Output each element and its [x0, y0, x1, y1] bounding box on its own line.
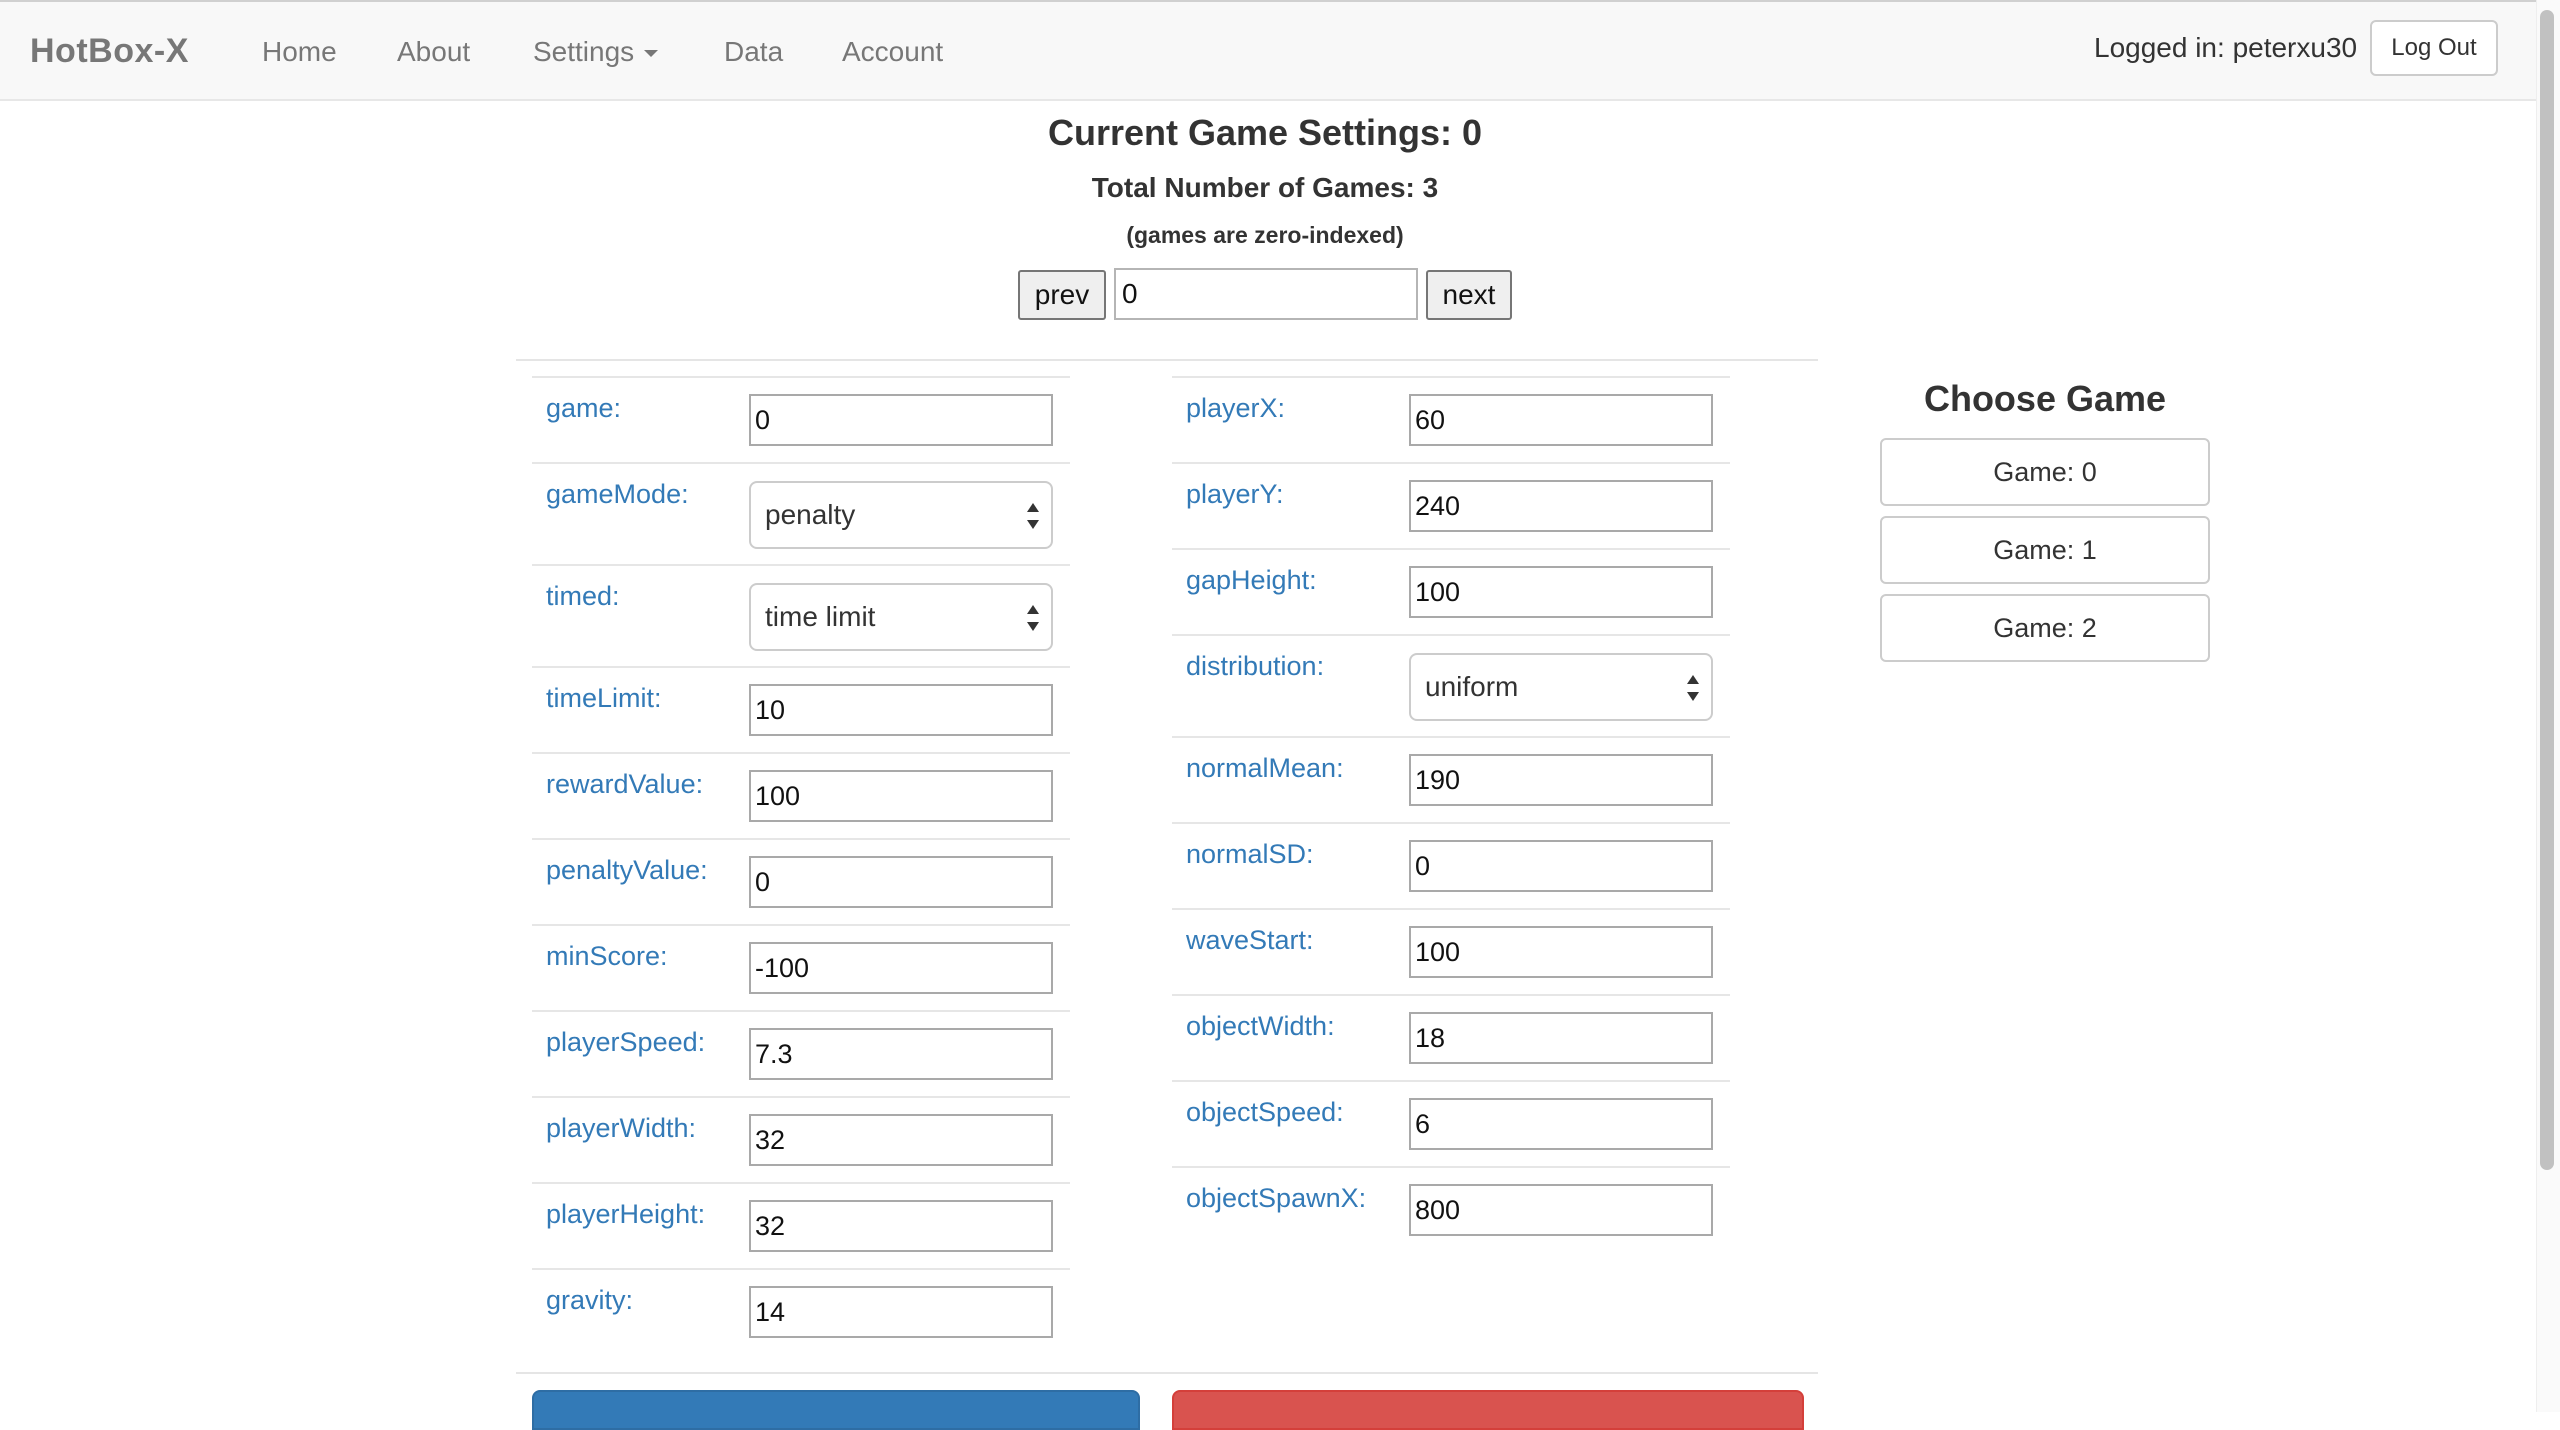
- field-penalty-value-input[interactable]: [749, 856, 1053, 908]
- field-time-limit-label: timeLimit:: [546, 683, 662, 713]
- row-divider: [532, 924, 1070, 926]
- field-distribution-label: distribution:: [1186, 651, 1325, 681]
- total-games-text: Total Number of Games: 3: [1091, 172, 1439, 203]
- field-player-x-input[interactable]: [1409, 394, 1713, 446]
- field-object-speed-input[interactable]: [1409, 1098, 1713, 1150]
- row-divider: [532, 462, 1070, 464]
- caret-down-icon: [644, 50, 659, 58]
- field-gap-height-input[interactable]: [1409, 566, 1713, 618]
- field-player-speed-input[interactable]: [749, 1028, 1053, 1080]
- field-gap-height-label: gapHeight:: [1186, 565, 1317, 595]
- nav-about[interactable]: About: [397, 36, 470, 68]
- field-player-width-label: playerWidth:: [546, 1113, 697, 1143]
- field-timed-select[interactable]: time limit: [749, 583, 1053, 651]
- nav-settings-label: Settings: [533, 36, 635, 67]
- field-object-spawn-x-input[interactable]: [1409, 1184, 1713, 1236]
- nav-data[interactable]: Data: [724, 36, 783, 68]
- select-arrows-icon: [1027, 503, 1039, 529]
- field-player-x-label: playerX:: [1186, 393, 1286, 423]
- row-divider: [1172, 994, 1730, 996]
- row-divider: [1172, 462, 1730, 464]
- select-arrows-icon: [1687, 675, 1699, 701]
- row-divider: [532, 1182, 1070, 1184]
- game-2-button[interactable]: Game: 2: [1880, 594, 2210, 662]
- row-divider: [1172, 908, 1730, 910]
- game-0-button[interactable]: Game: 0: [1880, 438, 2210, 506]
- field-object-speed-label: objectSpeed:: [1186, 1097, 1344, 1127]
- field-timed-label: timed:: [546, 581, 620, 611]
- game-index-input[interactable]: [1114, 268, 1418, 320]
- field-object-width-label: objectWidth:: [1186, 1011, 1335, 1041]
- field-player-height-label: playerHeight:: [546, 1199, 706, 1229]
- next-button[interactable]: next: [1426, 270, 1512, 320]
- row-divider: [1172, 634, 1730, 636]
- field-game-label: game:: [546, 393, 622, 423]
- zero-indexed-note: (games are zero-indexed): [1126, 222, 1404, 248]
- select-arrows-icon: [1027, 605, 1039, 631]
- field-min-score-input[interactable]: [749, 942, 1053, 994]
- row-divider: [1172, 376, 1730, 378]
- logged-in-text: Logged in: peterxu30: [2094, 32, 2358, 63]
- field-normal-sd-input[interactable]: [1409, 840, 1713, 892]
- field-distribution-select[interactable]: uniform: [1409, 653, 1713, 721]
- field-normal-mean-input[interactable]: [1409, 754, 1713, 806]
- divider-bottom: [516, 1372, 1818, 1374]
- field-object-width-input[interactable]: [1409, 1012, 1713, 1064]
- field-gravity-input[interactable]: [749, 1286, 1053, 1338]
- row-divider: [1172, 1166, 1730, 1168]
- logout-button[interactable]: Log Out: [2370, 20, 2498, 76]
- field-penalty-value-label: penaltyValue:: [546, 855, 708, 885]
- row-divider: [532, 752, 1070, 754]
- field-wave-start-input[interactable]: [1409, 926, 1713, 978]
- row-divider: [532, 666, 1070, 668]
- nav-account[interactable]: Account: [842, 36, 943, 68]
- row-divider: [532, 564, 1070, 566]
- save-button[interactable]: [532, 1390, 1140, 1430]
- field-reward-value-label: rewardValue:: [546, 769, 704, 799]
- prev-button[interactable]: prev: [1018, 270, 1106, 320]
- navbar: HotBox-X Home About Settings Data Accoun…: [0, 0, 2536, 101]
- nav-settings-dropdown[interactable]: Settings: [533, 36, 659, 68]
- field-gravity-label: gravity:: [546, 1285, 634, 1315]
- row-divider: [1172, 1080, 1730, 1082]
- field-normal-sd-label: normalSD:: [1186, 839, 1314, 869]
- row-divider: [532, 838, 1070, 840]
- field-object-spawn-x-label: objectSpawnX:: [1186, 1183, 1367, 1213]
- game-1-button[interactable]: Game: 1: [1880, 516, 2210, 584]
- field-normal-mean-label: normalMean:: [1186, 753, 1344, 783]
- row-divider: [1172, 548, 1730, 550]
- nav-home[interactable]: Home: [262, 36, 337, 68]
- field-min-score-label: minScore:: [546, 941, 668, 971]
- page-title: Current Game Settings: 0: [1047, 112, 1483, 153]
- field-player-width-input[interactable]: [749, 1114, 1053, 1166]
- field-player-speed-label: playerSpeed:: [546, 1027, 706, 1057]
- field-player-y-label: playerY:: [1186, 479, 1284, 509]
- field-game-mode-label: gameMode:: [546, 479, 689, 509]
- field-timed-selected-value: time limit: [765, 601, 876, 632]
- brand-logo[interactable]: HotBox-X: [30, 32, 189, 71]
- field-player-y-input[interactable]: [1409, 480, 1713, 532]
- field-game-mode-select[interactable]: penalty: [749, 481, 1053, 549]
- field-reward-value-input[interactable]: [749, 770, 1053, 822]
- delete-button[interactable]: [1172, 1390, 1804, 1430]
- row-divider: [532, 1096, 1070, 1098]
- row-divider: [1172, 736, 1730, 738]
- row-divider: [532, 1268, 1070, 1270]
- field-time-limit-input[interactable]: [749, 684, 1053, 736]
- field-game-input[interactable]: [749, 394, 1053, 446]
- field-wave-start-label: waveStart:: [1186, 925, 1314, 955]
- row-divider: [532, 1010, 1070, 1012]
- scrollbar-thumb[interactable]: [2540, 10, 2554, 1170]
- field-player-height-input[interactable]: [749, 1200, 1053, 1252]
- choose-game-title: Choose Game: [1923, 378, 2167, 419]
- row-divider: [1172, 822, 1730, 824]
- row-divider: [532, 376, 1070, 378]
- divider-top: [516, 359, 1818, 361]
- field-distribution-selected-value: uniform: [1425, 671, 1519, 702]
- field-game-mode-selected-value: penalty: [765, 499, 856, 530]
